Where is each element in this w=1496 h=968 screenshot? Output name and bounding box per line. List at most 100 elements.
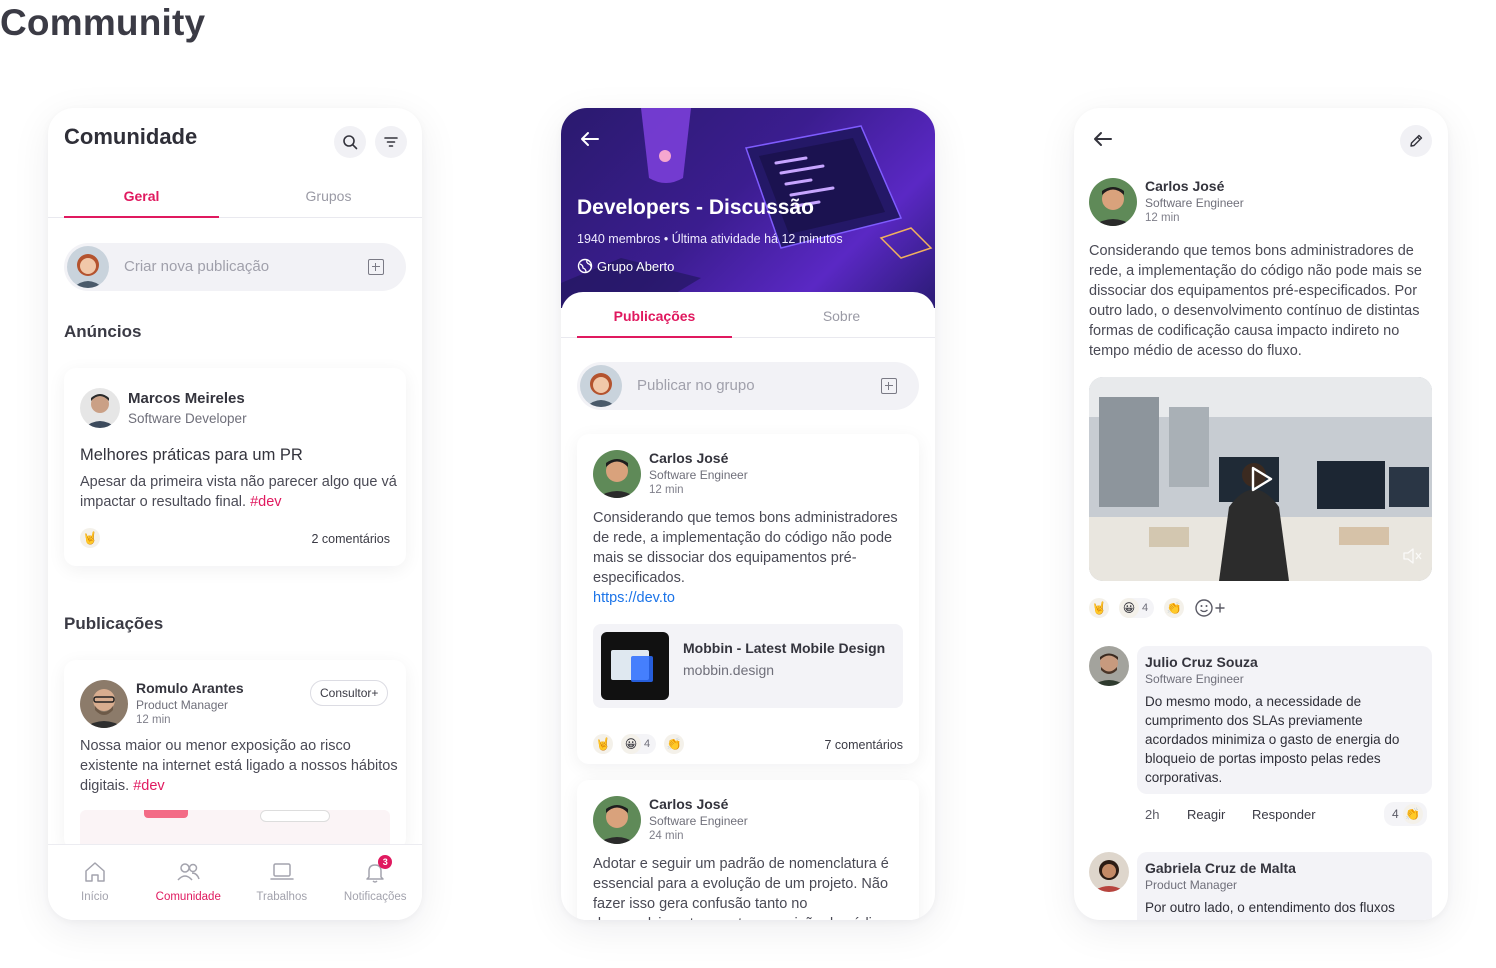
group-post-input[interactable]: Publicar no grupo xyxy=(577,362,919,410)
smile-reaction[interactable]: 😀 4 xyxy=(1119,598,1155,618)
avatar xyxy=(593,796,641,844)
nav-notificacoes[interactable]: 3 Notificações xyxy=(329,845,423,920)
avatar xyxy=(1089,646,1129,686)
reaction-bar: 🤘 😀 4 👏 xyxy=(1089,598,1226,618)
arrow-left-icon xyxy=(1094,132,1112,146)
comment-reaction[interactable]: 4 👏 xyxy=(1384,802,1427,826)
hashtag-link[interactable]: #dev xyxy=(133,778,164,794)
post-body: Considerando que temos bons administrado… xyxy=(593,510,898,606)
back-button[interactable] xyxy=(577,126,603,157)
post-role: Software Engineer xyxy=(649,814,748,828)
post-author: Carlos José xyxy=(649,450,729,466)
home-icon xyxy=(85,862,105,882)
rock-hand-icon[interactable]: 🤘 xyxy=(593,734,613,754)
post-author: Carlos José xyxy=(1145,178,1225,194)
posts-heading: Publicações xyxy=(64,614,164,633)
tab-geral[interactable]: Geral xyxy=(48,180,235,218)
link-preview-title: Mobbin - Latest Mobile Design xyxy=(683,640,886,656)
comment-bubble: Gabriela Cruz de Malta Product Manager P… xyxy=(1137,852,1432,920)
post-role: Product Manager xyxy=(136,698,229,712)
notification-badge: 3 xyxy=(378,855,393,869)
avatar xyxy=(580,365,622,407)
search-button[interactable] xyxy=(334,126,366,158)
post-role: Software Engineer xyxy=(649,468,748,482)
tab-publicacoes[interactable]: Publicações xyxy=(561,300,748,338)
announcement-author: Marcos Meireles xyxy=(128,390,245,407)
search-icon xyxy=(343,135,358,150)
tab-sobre[interactable]: Sobre xyxy=(748,300,935,337)
clap-icon[interactable]: 👏 xyxy=(1164,598,1185,618)
clap-icon[interactable]: 👏 xyxy=(664,734,685,754)
group-cover-image: Developers - Discussão 1940 membros • Úl… xyxy=(561,108,935,308)
comment-author: Gabriela Cruz de Malta xyxy=(1145,860,1296,876)
comments-count[interactable]: 2 comentários xyxy=(311,532,390,546)
video-player[interactable] xyxy=(1089,377,1432,581)
play-icon xyxy=(1251,466,1273,492)
screen-group-detail: Developers - Discussão 1940 membros • Úl… xyxy=(561,108,935,920)
composer-placeholder: Publicar no grupo xyxy=(637,377,755,394)
rock-hand-icon[interactable]: 🤘 xyxy=(1089,598,1109,618)
create-post-input[interactable]: Criar nova publicação xyxy=(64,243,406,291)
screen-title: Comunidade xyxy=(64,124,198,149)
react-button[interactable]: Reagir xyxy=(1187,807,1225,822)
group-meta: 1940 membros • Última atividade há 12 mi… xyxy=(577,232,843,246)
link-preview-card[interactable]: Mobbin - Latest Mobile Design mobbin.des… xyxy=(593,624,903,708)
nav-comunidade[interactable]: Comunidade xyxy=(142,845,236,920)
add-post-icon[interactable] xyxy=(368,259,384,275)
volume-mute-icon xyxy=(1403,548,1422,564)
announcement-card[interactable]: Marcos Meireles Software Developer Melho… xyxy=(64,368,406,566)
post-card[interactable]: Carlos José Software Engineer 12 min Con… xyxy=(577,434,919,764)
post-body: Considerando que temos bons administrado… xyxy=(1089,243,1422,359)
comments-count[interactable]: 7 comentários xyxy=(824,738,903,752)
add-post-icon[interactable] xyxy=(881,378,897,394)
tab-bar: Publicações Sobre xyxy=(561,300,935,338)
nav-trabalhos[interactable]: Trabalhos xyxy=(235,845,329,920)
bottom-navigation: Início Comunidade Trabalhos 3 Notificaçõ… xyxy=(48,844,422,920)
pencil-icon xyxy=(1410,134,1423,147)
post-body: Nossa maior ou menor exposição ao risco … xyxy=(80,738,398,794)
comment-role: Software Engineer xyxy=(1145,672,1244,686)
post-role: Software Engineer xyxy=(1145,196,1244,210)
comment-role: Product Manager xyxy=(1145,878,1238,892)
post-link[interactable]: https://dev.to xyxy=(593,590,675,606)
reply-button[interactable]: Responder xyxy=(1252,807,1316,822)
link-preview-thumbnail xyxy=(601,632,669,700)
consultant-badge[interactable]: Consultor+ xyxy=(310,680,389,706)
post-card[interactable]: Romulo Arantes Product Manager 12 min Co… xyxy=(64,660,406,850)
filter-icon xyxy=(384,137,398,147)
post-author: Romulo Arantes xyxy=(136,680,244,696)
comment-body: Por outro lado, o entendimento dos fluxo… xyxy=(1145,900,1395,915)
edit-button[interactable] xyxy=(1400,125,1432,157)
reaction-bar: 🤘 😀 4 👏 xyxy=(593,734,685,754)
comment-bubble: Julio Cruz Souza Software Engineer Do me… xyxy=(1137,646,1432,794)
comment-author: Julio Cruz Souza xyxy=(1145,654,1258,670)
announcement-role: Software Developer xyxy=(128,411,247,426)
comment-body: Do mesmo modo, a necessidade de cumprime… xyxy=(1145,694,1400,785)
link-preview-domain: mobbin.design xyxy=(683,662,775,678)
announcements-heading: Anúncios xyxy=(64,322,142,341)
nav-inicio[interactable]: Início xyxy=(48,845,142,920)
tab-bar: Geral Grupos xyxy=(48,180,422,218)
people-icon xyxy=(177,863,200,881)
post-card[interactable]: Carlos José Software Engineer 24 min Ado… xyxy=(577,780,919,920)
avatar xyxy=(1089,852,1129,892)
smile-icon: 😀 xyxy=(621,734,641,754)
play-button[interactable] xyxy=(1245,463,1277,500)
post-body: Adotar e seguir um padrão de nomenclatur… xyxy=(593,856,892,920)
smile-reaction[interactable]: 😀 4 xyxy=(621,734,657,754)
add-reaction-button[interactable] xyxy=(1194,598,1226,618)
announcement-body: Apesar da primeira vista não parecer alg… xyxy=(80,474,397,510)
back-button[interactable] xyxy=(1090,126,1116,157)
avatar xyxy=(593,450,641,498)
globe-icon xyxy=(577,258,593,274)
avatar xyxy=(1089,178,1137,226)
filter-button[interactable] xyxy=(375,126,407,158)
avatar xyxy=(67,246,109,288)
mute-button[interactable] xyxy=(1402,548,1422,569)
tab-grupos[interactable]: Grupos xyxy=(235,180,422,217)
hashtag-link[interactable]: #dev xyxy=(250,494,281,510)
rock-hand-icon[interactable]: 🤘 xyxy=(80,528,100,548)
clap-icon: 👏 xyxy=(1402,804,1423,824)
page-title: Community xyxy=(0,2,206,43)
arrow-left-icon xyxy=(581,132,599,146)
